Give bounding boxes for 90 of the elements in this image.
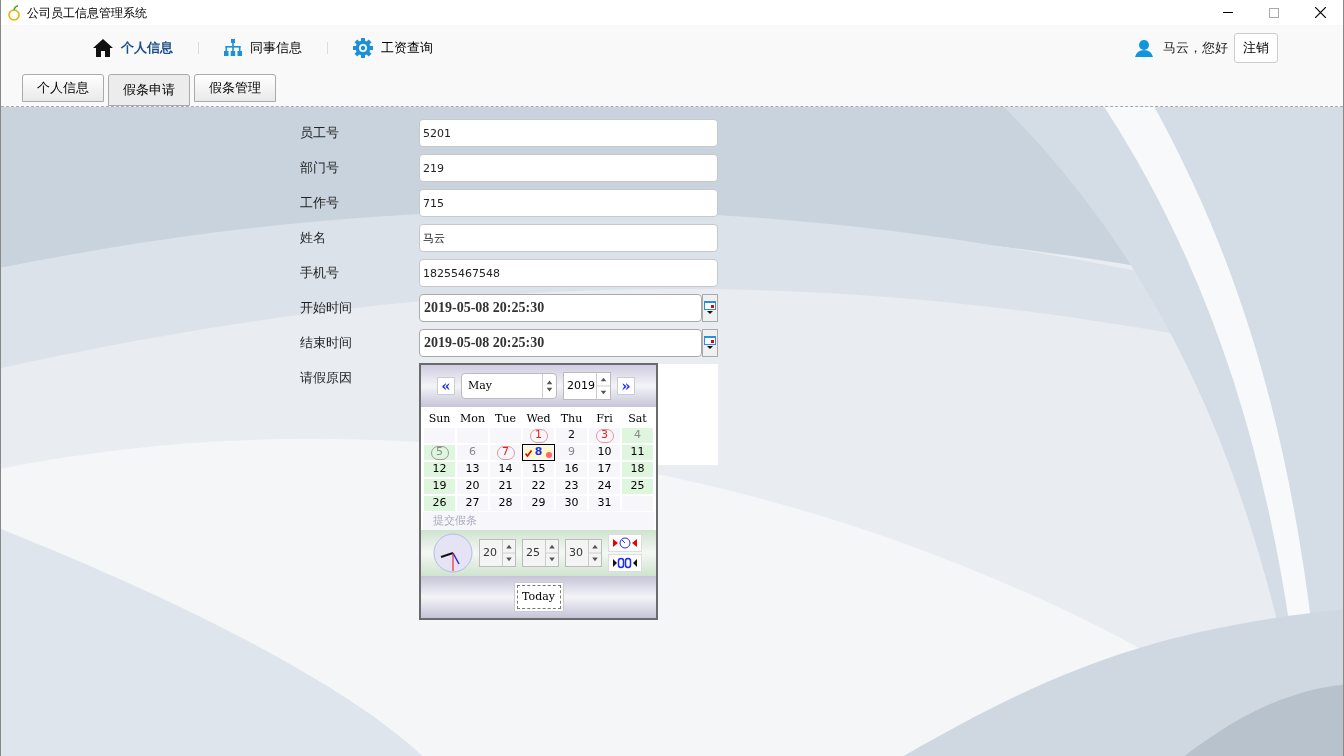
calendar-button[interactable] [702, 329, 718, 357]
time-spinner[interactable]: 30 [565, 539, 602, 567]
calendar-day[interactable]: 15 [522, 461, 555, 478]
calendar-day[interactable]: 16 [555, 461, 588, 478]
input-field[interactable]: 18255467548 [419, 259, 718, 287]
calendar-day[interactable]: 27 [456, 495, 489, 512]
calendar-day[interactable]: 19 [423, 478, 456, 495]
calendar-day[interactable]: 1 [522, 427, 555, 444]
weekday-label: Thu [559, 411, 584, 427]
field-label: 请假原因 [299, 369, 353, 387]
calendar-day[interactable]: 13 [456, 461, 489, 478]
logout-button[interactable]: 注销 [1234, 32, 1278, 63]
field-label: 姓名 [299, 229, 327, 247]
tab[interactable]: 假条申请 [108, 74, 190, 106]
close-icon [1314, 7, 1326, 18]
calendar-day[interactable]: 21 [489, 478, 522, 495]
settings-icon [353, 37, 373, 58]
tab[interactable]: 假条管理 [194, 74, 276, 102]
today-button[interactable]: Today [513, 582, 564, 612]
check-icon [525, 450, 532, 457]
weekday-label: Mon [459, 411, 486, 427]
calendar-day[interactable]: 24 [588, 478, 621, 495]
input-field[interactable]: 5201 [419, 119, 718, 147]
calendar-day[interactable]: 11 [621, 444, 654, 461]
spinner-icon [596, 373, 610, 399]
calendar-day[interactable]: 17 [588, 461, 621, 478]
calendar-icon [704, 301, 716, 315]
now-time-button[interactable] [608, 534, 642, 552]
calendar-day[interactable]: 23 [555, 478, 588, 495]
calendar-day[interactable]: 22 [522, 478, 555, 495]
zero-time-icon [612, 557, 638, 569]
weekday-label: Fri [595, 411, 614, 427]
obscured-label: 提交假条 [433, 512, 477, 529]
field-label: 部门号 [299, 159, 340, 177]
spinner-icon [545, 540, 558, 566]
calendar-day[interactable]: 31 [588, 495, 621, 512]
weekday-label: Sat [627, 411, 648, 427]
calendar-day[interactable]: 28 [489, 495, 522, 512]
clock-icon [433, 533, 473, 573]
zero-time-button[interactable] [608, 554, 642, 572]
time-spinner[interactable]: 25 [522, 539, 559, 567]
calendar-day[interactable]: 18 [621, 461, 654, 478]
apple-icon [7, 4, 21, 21]
date-field[interactable]: 2019-05-08 20:25:30 [419, 329, 702, 357]
calendar-day[interactable]: 7 [489, 444, 522, 461]
nav-link[interactable]: 工资查询 [353, 37, 433, 58]
calendar-button[interactable] [702, 294, 718, 322]
hierarchy-icon [224, 39, 242, 56]
calendar-day[interactable]: 12 [423, 461, 456, 478]
weekday-label: Wed [525, 411, 552, 427]
calendar-day[interactable]: 14 [489, 461, 522, 478]
spinner-icon [588, 540, 601, 566]
weekday-label: Tue [494, 411, 517, 427]
year-spinner[interactable]: 2019 [563, 372, 611, 400]
maximize-icon [1269, 7, 1279, 18]
home-icon [93, 38, 113, 57]
calendar-day[interactable]: 26 [423, 495, 456, 512]
tab[interactable]: 个人信息 [22, 74, 104, 102]
previous-year-button[interactable]: « [437, 377, 455, 395]
date-field[interactable]: 2019-05-08 20:25:30 [419, 294, 702, 322]
field-label: 开始时间 [299, 299, 353, 317]
calendar-day[interactable]: 2 [555, 427, 588, 444]
user-icon [1134, 38, 1154, 57]
next-year-button[interactable]: » [617, 377, 635, 395]
calendar-day[interactable]: 3 [588, 427, 621, 444]
calendar-day[interactable]: 8 [522, 444, 555, 461]
month-select[interactable]: May [461, 373, 557, 399]
sun-icon [546, 452, 552, 458]
calendar-icon [704, 336, 716, 350]
field-label: 工作号 [299, 194, 340, 212]
calendar-day[interactable]: 25 [621, 478, 654, 495]
nav-link[interactable]: 个人信息 [93, 37, 173, 58]
input-field[interactable]: 马云 [419, 224, 718, 252]
calendar-day[interactable]: 30 [555, 495, 588, 512]
field-label: 结束时间 [299, 334, 353, 352]
field-label: 员工号 [299, 124, 340, 142]
weekday-label: Sun [427, 411, 452, 427]
greeting-text: 马云，您好 [1163, 38, 1228, 57]
window-title: 公司员工信息管理系统 [27, 4, 147, 22]
minimize-icon [1223, 12, 1233, 13]
nav-link[interactable]: 同事信息 [224, 37, 302, 58]
calendar-day[interactable]: 20 [456, 478, 489, 495]
spinner-icon [502, 540, 515, 566]
calendar-day[interactable]: 29 [522, 495, 555, 512]
input-field[interactable]: 715 [419, 189, 718, 217]
calendar-day[interactable]: 10 [588, 444, 621, 461]
clock-reset-icon [612, 537, 638, 549]
field-label: 手机号 [299, 264, 340, 282]
time-spinner[interactable]: 20 [479, 539, 516, 567]
input-field[interactable]: 219 [419, 154, 718, 182]
